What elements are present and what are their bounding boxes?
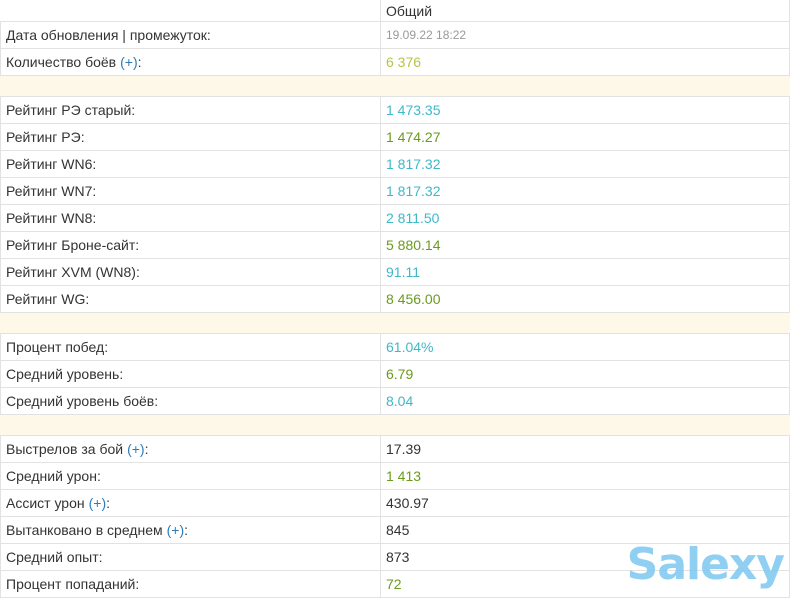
table-row: Рейтинг WN6: 1 817.32 [0, 151, 790, 178]
row-value: 5 880.14 [381, 232, 790, 258]
expand-link[interactable]: (+) [120, 54, 138, 70]
row-label: Рейтинг XVM (WN8): [0, 259, 381, 285]
row-value: 19.09.22 18:22 [381, 22, 790, 48]
row-label: Средний урон: [0, 463, 381, 489]
row-label: Средний опыт: [0, 544, 381, 570]
row-label-suffix: : [184, 522, 189, 538]
row-value: 2 811.50 [381, 205, 790, 231]
section-divider [0, 76, 790, 97]
row-label-text: Вытанковано в среднем [6, 522, 163, 538]
row-label: Вытанковано в среднем (+) : [0, 517, 381, 543]
row-value: 6.79 [381, 361, 790, 387]
row-label: Рейтинг РЭ старый: [0, 97, 381, 123]
row-label: Рейтинг WN7: [0, 178, 381, 204]
row-value: 1 817.32 [381, 151, 790, 177]
table-row: Рейтинг WN7: 1 817.32 [0, 178, 790, 205]
row-label: Дата обновления | промежуток: [0, 22, 381, 48]
expand-link[interactable]: (+) [89, 495, 107, 511]
row-label: Рейтинг WN8: [0, 205, 381, 231]
table-row-battles: Количество боёв (+) : 6 376 [0, 49, 790, 76]
row-label: Процент попаданий: [0, 571, 381, 597]
table-row: Процент побед: 61.04% [0, 334, 790, 361]
stats-table: Общий Дата обновления | промежуток: 19.0… [0, 0, 790, 598]
table-row: Средний уровень: 6.79 [0, 361, 790, 388]
row-label-text: Средний опыт: [6, 549, 103, 565]
divider-cell [381, 415, 790, 435]
row-value: 17.39 [381, 436, 790, 462]
row-value: 1 473.35 [381, 97, 790, 123]
section-divider [0, 415, 790, 436]
salexy-watermark-logo: Salexy [626, 539, 785, 590]
row-value: 6 376 [381, 49, 790, 75]
table-row: Средний урон: 1 413 [0, 463, 790, 490]
table-row: Рейтинг WN8: 2 811.50 [0, 205, 790, 232]
row-label-text: Средний урон: [6, 468, 101, 484]
row-label: Средний уровень боёв: [0, 388, 381, 414]
row-value: 1 474.27 [381, 124, 790, 150]
row-label: Средний уровень: [0, 361, 381, 387]
row-value: 91.11 [381, 259, 790, 285]
column-header-total: Общий [381, 0, 790, 21]
table-row: Выстрелов за бой (+) : 17.39 [0, 436, 790, 463]
divider-cell [0, 76, 381, 96]
row-label: Рейтинг РЭ: [0, 124, 381, 150]
row-value: 8.04 [381, 388, 790, 414]
header-empty-cell [0, 0, 381, 21]
table-header: Общий [0, 0, 790, 22]
row-label-suffix: : [106, 495, 110, 511]
row-label-suffix: : [137, 54, 142, 70]
table-row: Рейтинг РЭ старый: 1 473.35 [0, 97, 790, 124]
divider-cell [381, 76, 790, 96]
row-label-text: Ассист урон [6, 495, 85, 511]
expand-link[interactable]: (+) [167, 522, 185, 538]
row-label: Количество боёв (+) : [0, 49, 381, 75]
row-label: Ассист урон (+) : [0, 490, 381, 516]
row-label: Выстрелов за бой (+) : [0, 436, 381, 462]
table-row: Рейтинг XVM (WN8): 91.11 [0, 259, 790, 286]
table-row-update-date: Дата обновления | промежуток: 19.09.22 1… [0, 22, 790, 49]
table-row: Рейтинг Броне-сайт: 5 880.14 [0, 232, 790, 259]
row-value: 8 456.00 [381, 286, 790, 312]
row-value: 1 817.32 [381, 178, 790, 204]
row-value: 430.97 [381, 490, 790, 516]
row-label-text: Процент попаданий: [6, 576, 140, 592]
row-value: 1 413 [381, 463, 790, 489]
row-label: Рейтинг Броне-сайт: [0, 232, 381, 258]
row-label-text: Количество боёв [6, 54, 117, 70]
row-value: 61.04% [381, 334, 790, 360]
divider-cell [0, 415, 381, 435]
row-label: Рейтинг WN6: [0, 151, 381, 177]
row-label-suffix: : [144, 441, 149, 457]
row-label: Рейтинг WG: [0, 286, 381, 312]
table-row: Ассист урон (+) : 430.97 [0, 490, 790, 517]
table-row: Рейтинг РЭ: 1 474.27 [0, 124, 790, 151]
divider-cell [0, 313, 381, 333]
divider-cell [381, 313, 790, 333]
expand-link[interactable]: (+) [127, 441, 145, 457]
section-divider [0, 313, 790, 334]
row-label: Процент побед: [0, 334, 381, 360]
table-row: Средний уровень боёв: 8.04 [0, 388, 790, 415]
row-label-text: Выстрелов за бой [6, 441, 124, 457]
table-row: Рейтинг WG: 8 456.00 [0, 286, 790, 313]
